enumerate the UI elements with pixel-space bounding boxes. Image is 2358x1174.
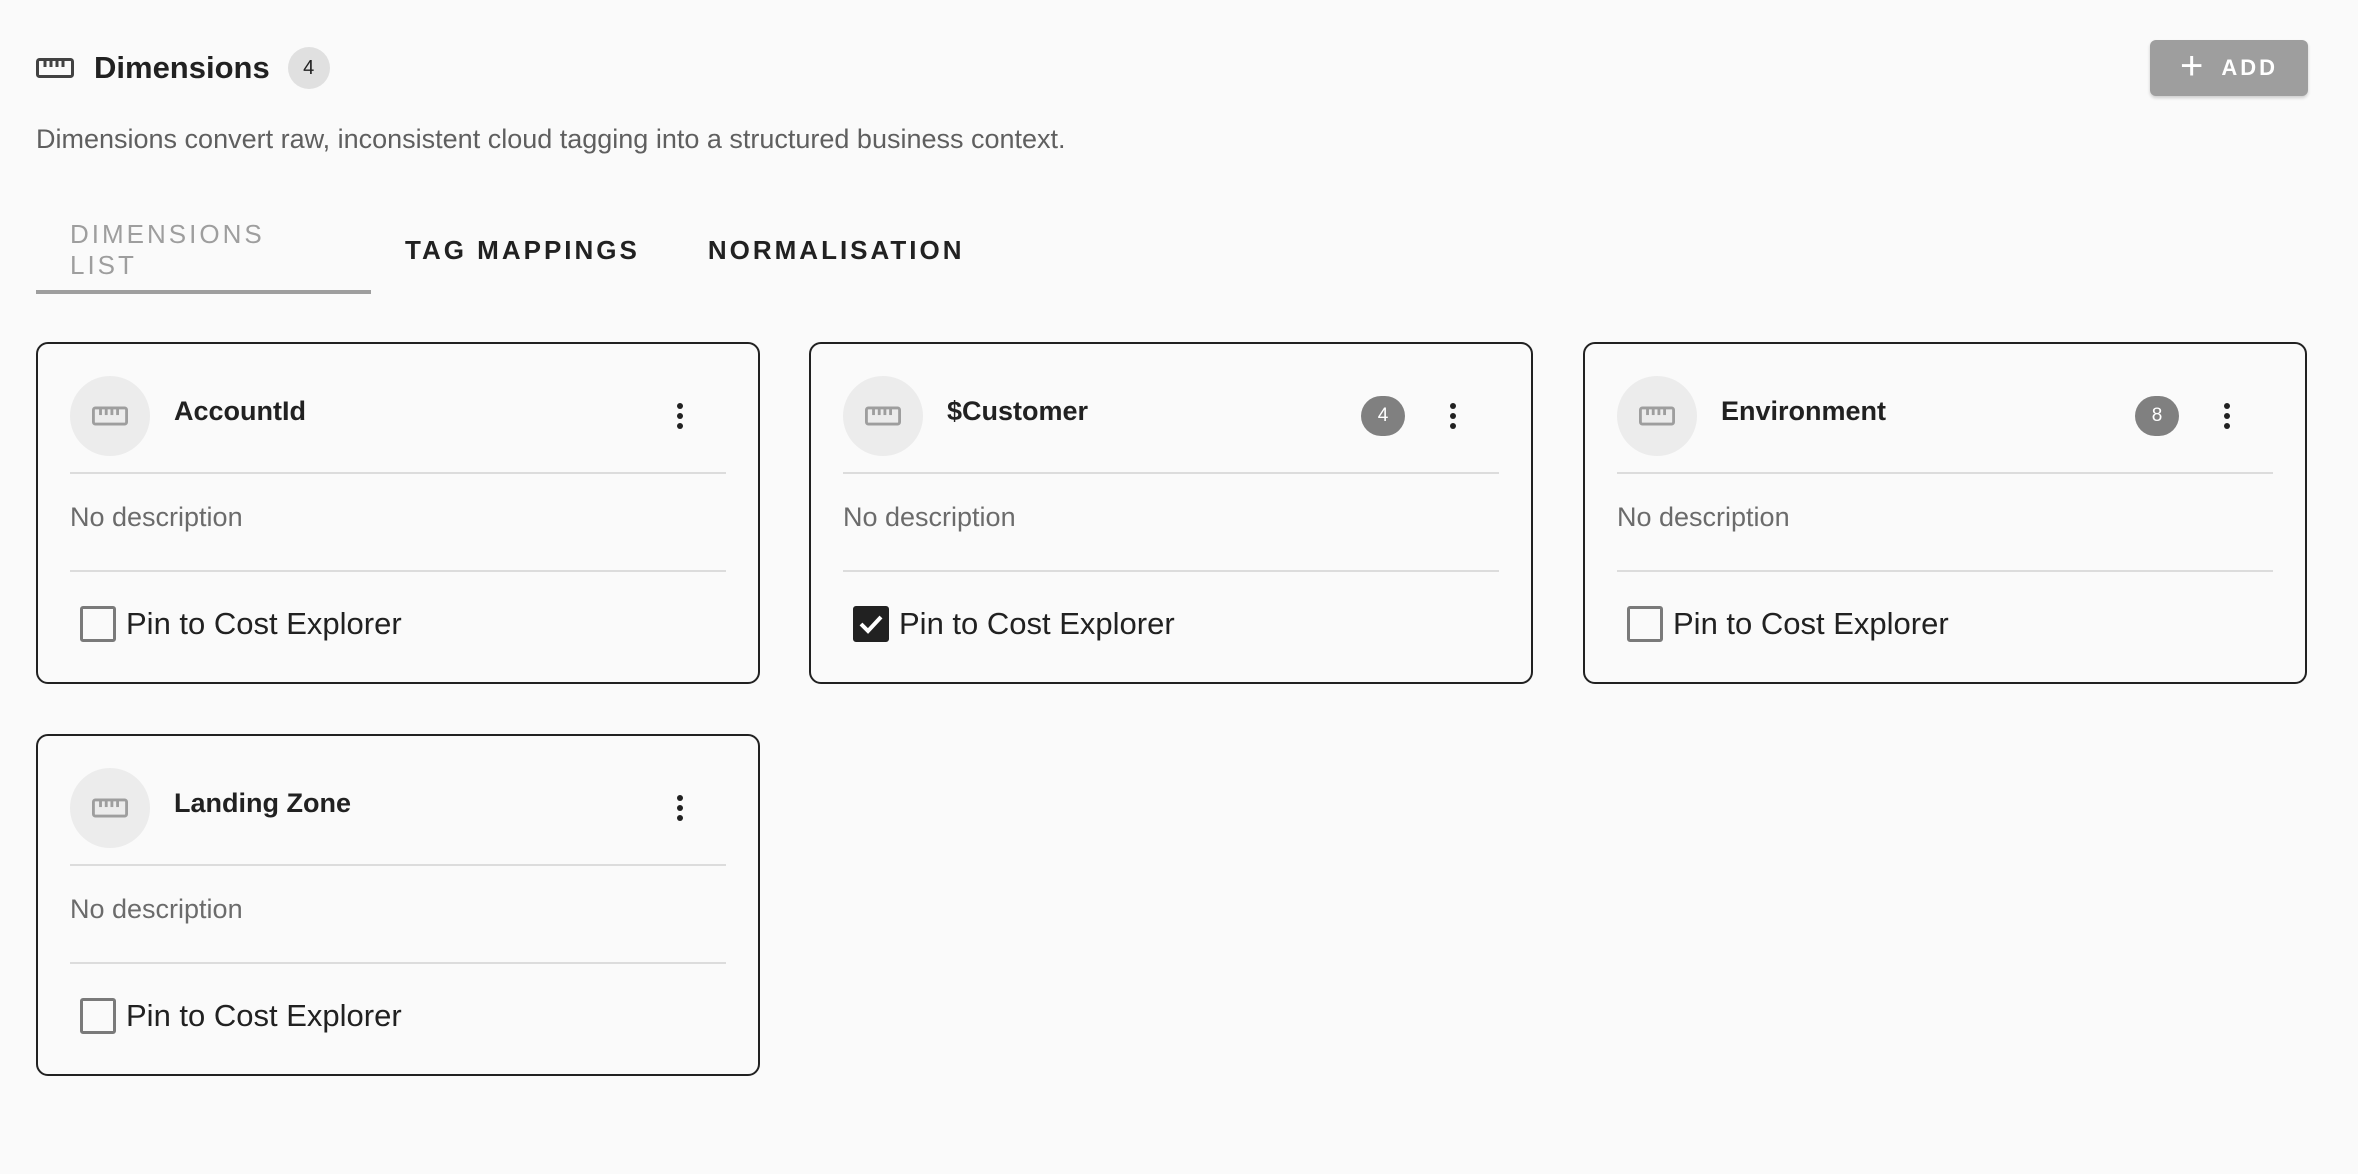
card-avatar bbox=[1617, 376, 1697, 456]
more-vert-icon[interactable] bbox=[664, 788, 696, 828]
dimensions-page: Dimensions 4 + ADD Dimensions convert ra… bbox=[0, 0, 2358, 1174]
pin-checkbox[interactable] bbox=[80, 998, 116, 1034]
dimension-name: AccountId bbox=[174, 396, 306, 426]
divider bbox=[1617, 472, 2273, 474]
dimension-description: No description bbox=[1617, 502, 1790, 532]
pin-to-cost-explorer[interactable]: Pin to Cost Explorer bbox=[1627, 606, 1949, 642]
divider bbox=[70, 570, 726, 572]
add-button-label: ADD bbox=[2221, 55, 2279, 80]
tab-bar: DIMENSIONS LIST TAG MAPPINGS NORMALISATI… bbox=[36, 210, 998, 294]
mapping-count-badge: 8 bbox=[2135, 396, 2179, 436]
mapping-count-badge: 4 bbox=[1361, 396, 1405, 436]
card-avatar bbox=[70, 768, 150, 848]
dimension-description: No description bbox=[70, 502, 243, 532]
pin-label: Pin to Cost Explorer bbox=[126, 998, 402, 1033]
dimensions-count-badge: 4 bbox=[287, 47, 330, 89]
divider bbox=[70, 864, 726, 866]
page-header: Dimensions 4 bbox=[36, 40, 330, 96]
pin-to-cost-explorer[interactable]: Pin to Cost Explorer bbox=[80, 606, 402, 642]
divider bbox=[70, 962, 726, 964]
ruler-icon bbox=[36, 58, 74, 78]
dimension-name: $Customer bbox=[947, 396, 1089, 426]
ruler-icon bbox=[865, 406, 901, 426]
pin-checkbox[interactable] bbox=[853, 606, 889, 642]
tab-dimensions-list[interactable]: DIMENSIONS LIST bbox=[36, 210, 371, 294]
dimension-name: Environment bbox=[1721, 396, 1887, 426]
pin-checkbox[interactable] bbox=[1627, 606, 1663, 642]
card-avatar bbox=[70, 376, 150, 456]
more-vert-icon[interactable] bbox=[664, 396, 696, 436]
plus-icon: + bbox=[2179, 44, 2204, 88]
ruler-icon bbox=[92, 798, 128, 818]
pin-checkbox[interactable] bbox=[80, 606, 116, 642]
dimension-name: Landing Zone bbox=[174, 788, 351, 818]
dimension-description: No description bbox=[70, 894, 243, 924]
ruler-icon bbox=[92, 406, 128, 426]
pin-to-cost-explorer[interactable]: Pin to Cost Explorer bbox=[80, 998, 402, 1034]
more-vert-icon[interactable] bbox=[1437, 396, 1469, 436]
dimension-card[interactable]: Landing Zone No description Pin to Cost … bbox=[36, 734, 760, 1076]
pin-label: Pin to Cost Explorer bbox=[899, 606, 1175, 641]
dimension-card[interactable]: Environment 8 No description Pin to Cost… bbox=[1583, 342, 2307, 684]
dimension-description: No description bbox=[843, 502, 1016, 532]
divider bbox=[843, 570, 1499, 572]
pin-label: Pin to Cost Explorer bbox=[1673, 606, 1949, 641]
pin-label: Pin to Cost Explorer bbox=[126, 606, 402, 641]
divider bbox=[70, 472, 726, 474]
tab-tag-mappings[interactable]: TAG MAPPINGS bbox=[371, 210, 674, 290]
check-icon bbox=[859, 615, 883, 634]
dimension-card[interactable]: AccountId No description Pin to Cost Exp… bbox=[36, 342, 760, 684]
page-subtitle: Dimensions convert raw, inconsistent clo… bbox=[36, 124, 1066, 154]
page-title: Dimensions bbox=[94, 50, 270, 85]
dimension-card[interactable]: $Customer 4 No description Pin to Cost E… bbox=[809, 342, 1533, 684]
pin-to-cost-explorer[interactable]: Pin to Cost Explorer bbox=[853, 606, 1175, 642]
card-avatar bbox=[843, 376, 923, 456]
divider bbox=[1617, 570, 2273, 572]
add-button[interactable]: + ADD bbox=[2150, 40, 2308, 96]
more-vert-icon[interactable] bbox=[2211, 396, 2243, 436]
tab-normalisation[interactable]: NORMALISATION bbox=[674, 210, 999, 290]
ruler-icon bbox=[1639, 406, 1675, 426]
divider bbox=[843, 472, 1499, 474]
